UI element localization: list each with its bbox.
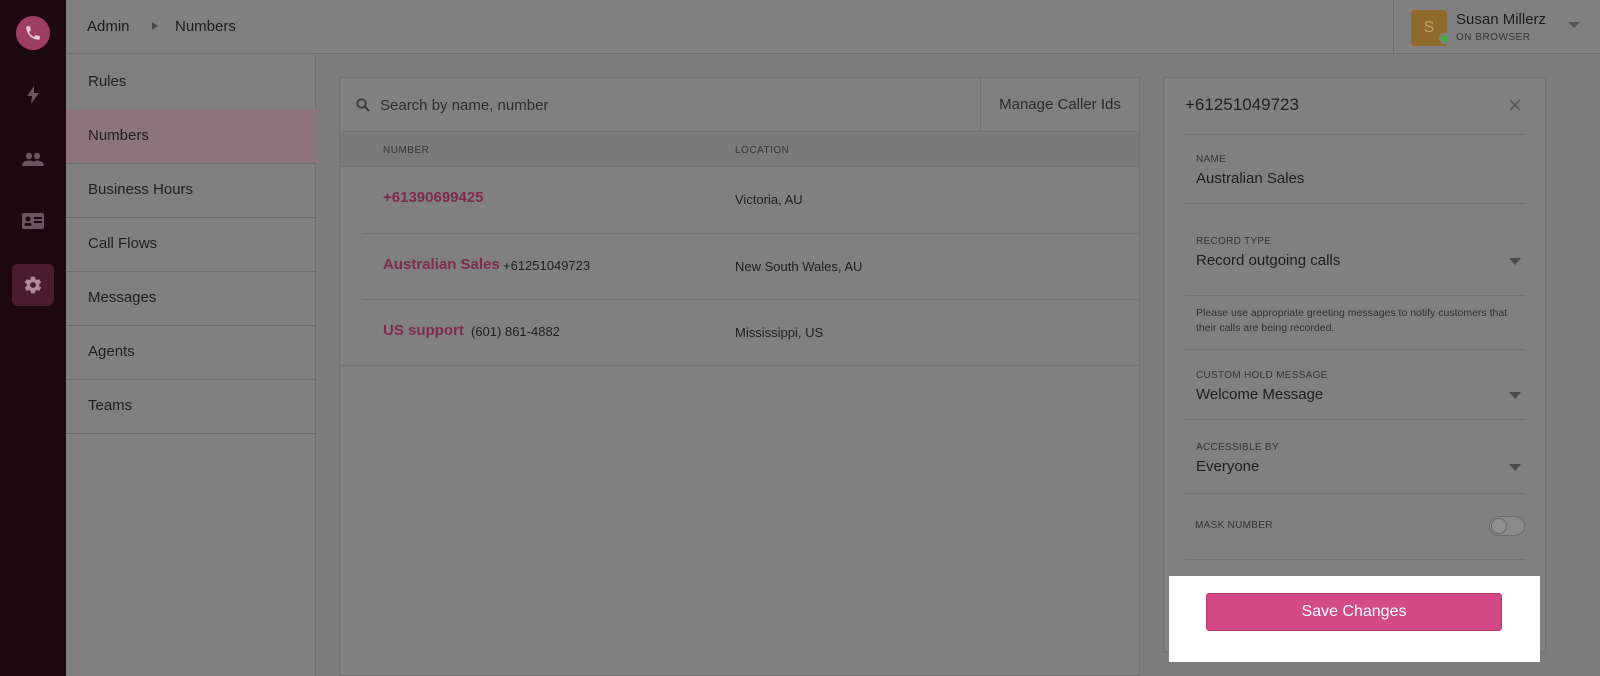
sidebar-item-rules[interactable]: Rules — [66, 55, 316, 110]
online-status-dot — [1439, 33, 1450, 44]
chevron-down-icon[interactable] — [1509, 392, 1521, 399]
breadcrumb-current: Numbers — [175, 18, 236, 35]
record-type-select[interactable]: RECORD TYPE Record outgoing calls — [1185, 204, 1525, 296]
toggle-knob — [1491, 518, 1507, 534]
user-status: ON BROWSER — [1456, 32, 1531, 43]
hold-message-select[interactable]: CUSTOM HOLD MESSAGE Welcome Message — [1185, 350, 1525, 420]
user-name: Susan Millerz — [1456, 11, 1547, 28]
chevron-down-icon[interactable] — [1509, 258, 1521, 265]
name-label: NAME — [1196, 154, 1227, 165]
table-header: NUMBER LOCATION — [340, 133, 1139, 167]
sidebar-item-agents[interactable]: Agents — [66, 325, 316, 380]
sidebar-item-business-hours[interactable]: Business Hours — [66, 163, 316, 218]
number-detail-panel: +61251049723 NAME Australian Sales RECOR… — [1163, 77, 1546, 652]
record-type-label: RECORD TYPE — [1196, 236, 1272, 247]
sidebar-item-teams[interactable]: Teams — [66, 379, 316, 434]
row-location: Victoria, AU — [735, 192, 803, 207]
user-menu[interactable]: S Susan Millerz ON BROWSER — [1393, 0, 1600, 54]
row-phone-number: (601) 861-4882 — [471, 324, 560, 339]
record-type-value[interactable]: Record outgoing calls — [1196, 252, 1340, 269]
lightning-icon[interactable] — [12, 74, 54, 116]
breadcrumb-admin[interactable]: Admin — [87, 18, 130, 35]
name-value[interactable]: Australian Sales — [1196, 170, 1304, 187]
table-row[interactable]: +61390699425 Victoria, AU — [362, 168, 1139, 234]
manage-caller-ids-button[interactable]: Manage Caller Ids — [980, 78, 1139, 132]
numbers-list-panel: Manage Caller Ids NUMBER LOCATION +61390… — [339, 77, 1140, 676]
contact-card-icon[interactable] — [12, 200, 54, 242]
people-icon[interactable] — [12, 138, 54, 180]
chevron-down-icon[interactable] — [1509, 464, 1521, 471]
mask-number-toggle[interactable] — [1489, 516, 1525, 536]
row-number-name[interactable]: US support — [383, 322, 464, 339]
search-icon — [356, 98, 370, 112]
hold-message-value[interactable]: Welcome Message — [1196, 386, 1323, 403]
record-hint: Please use appropriate greeting messages… — [1185, 296, 1525, 350]
search-input[interactable] — [380, 93, 960, 117]
breadcrumb-chevron-icon — [152, 22, 158, 30]
name-field[interactable]: NAME Australian Sales — [1185, 134, 1525, 204]
mask-number-row: MASK NUMBER — [1185, 494, 1525, 560]
row-location: New South Wales, AU — [735, 259, 863, 274]
sidebar-item-messages[interactable]: Messages — [66, 271, 316, 326]
search-bar: Manage Caller Ids — [340, 78, 1139, 132]
sidebar-item-numbers[interactable]: Numbers — [66, 109, 316, 164]
table-row[interactable]: US support (601) 861-4882 Mississippi, U… — [340, 300, 1139, 366]
mask-number-label: MASK NUMBER — [1195, 520, 1273, 531]
accessible-by-value[interactable]: Everyone — [1196, 458, 1259, 475]
chevron-down-icon[interactable] — [1568, 22, 1580, 28]
admin-sidebar: Rules Numbers Business Hours Call Flows … — [66, 55, 316, 676]
column-header-number: NUMBER — [383, 145, 430, 156]
phone-logo-icon[interactable] — [16, 16, 50, 50]
save-changes-button[interactable]: Save Changes — [1206, 593, 1502, 631]
table-row[interactable]: Australian Sales +61251049723 New South … — [362, 234, 1139, 300]
close-icon[interactable] — [1508, 98, 1522, 112]
row-number-name[interactable]: +61390699425 — [383, 189, 484, 206]
detail-title: +61251049723 — [1185, 95, 1299, 114]
top-bar: Admin Numbers S Susan Millerz ON BROWSER — [66, 0, 1600, 54]
avatar-initial: S — [1423, 19, 1435, 36]
sidebar-item-call-flows[interactable]: Call Flows — [66, 217, 316, 272]
column-header-location: LOCATION — [735, 145, 790, 156]
accessible-by-label: ACCESSIBLE BY — [1196, 442, 1279, 453]
row-number-name[interactable]: Australian Sales — [383, 256, 500, 273]
save-area: Save Changes — [1169, 576, 1540, 662]
accessible-by-select[interactable]: ACCESSIBLE BY Everyone — [1185, 420, 1525, 494]
row-location: Mississippi, US — [735, 325, 824, 340]
app-rail — [0, 0, 66, 676]
row-phone-number: +61251049723 — [503, 258, 591, 273]
hold-message-label: CUSTOM HOLD MESSAGE — [1196, 370, 1328, 381]
settings-gear-icon[interactable] — [12, 264, 54, 306]
record-hint-text: Please use appropriate greeting messages… — [1196, 307, 1508, 334]
